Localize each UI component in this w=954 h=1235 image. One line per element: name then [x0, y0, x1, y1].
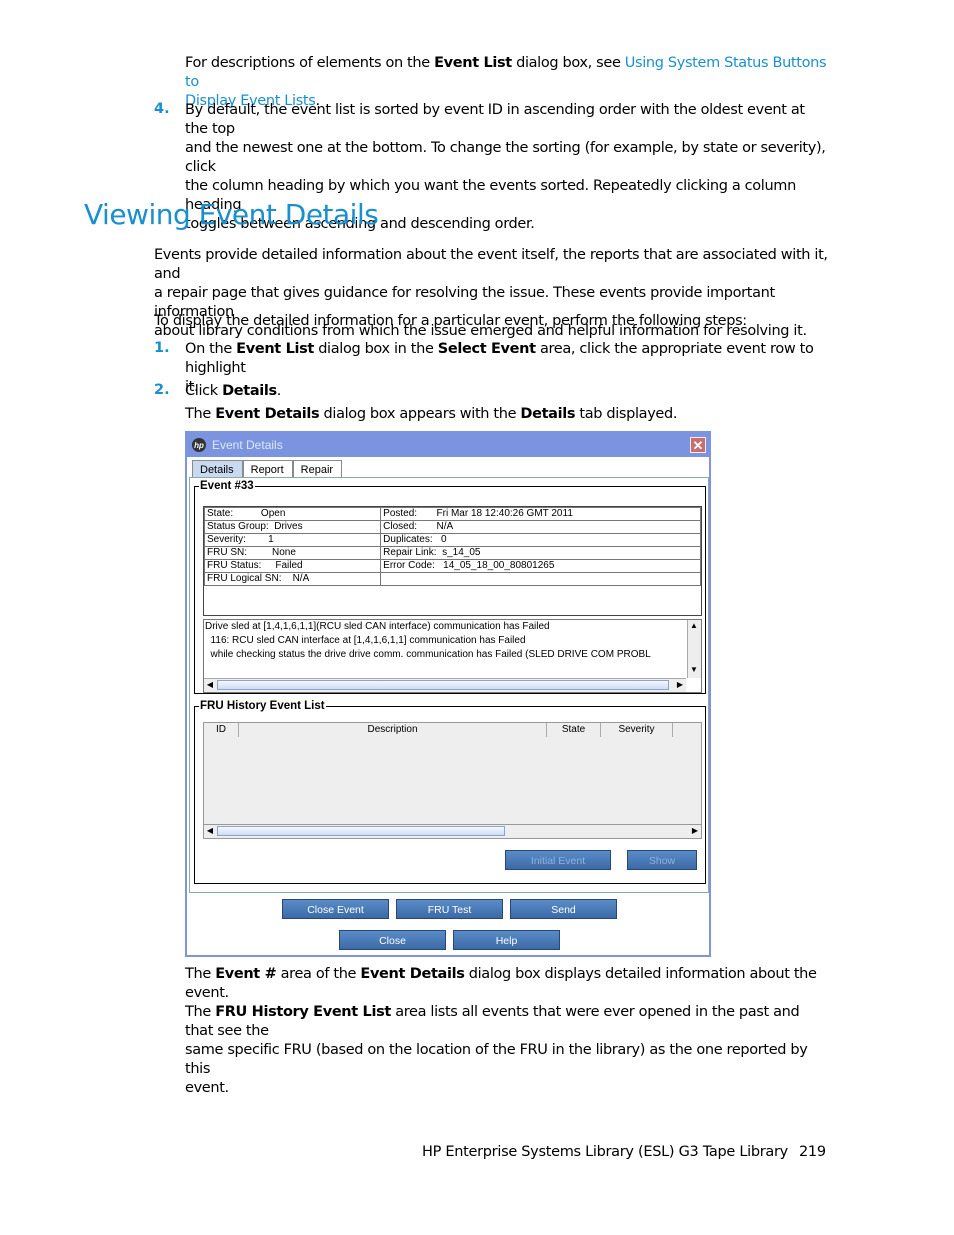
fru-history-group: FRU History Event List ID Description St… [194, 700, 706, 884]
horizontal-scrollbar[interactable]: ◀ ▶ [204, 678, 686, 692]
para-dialog-description: The Event # area of the Event Details di… [185, 966, 817, 1096]
page-number: 219 [799, 1144, 826, 1160]
step-number: 2. [154, 382, 170, 398]
tab-details[interactable]: Details [192, 460, 243, 478]
close-icon[interactable]: ✕ [690, 437, 706, 453]
dialog-title: Event Details [212, 438, 283, 452]
tab-report[interactable]: Report [242, 460, 293, 478]
message-line: 116: RCU sled CAN interface at [1,4,1,6,… [205, 635, 526, 646]
vertical-scrollbar[interactable]: ▲ ▼ [687, 620, 701, 678]
column-header-description[interactable]: Description [239, 723, 547, 737]
history-table-header: ID Description State Severity [203, 722, 702, 738]
field-duplicates: Duplicates: 0 [380, 533, 701, 547]
scroll-left-icon[interactable]: ◀ [204, 679, 216, 691]
section-title: Viewing Event Details [84, 198, 379, 231]
event-group: Event #33 State: Open Posted: Fri Mar 18 … [194, 480, 706, 694]
field-closed: Closed: N/A [380, 520, 701, 534]
scroll-right-icon[interactable]: ▶ [674, 679, 686, 691]
column-header-state[interactable]: State [547, 723, 601, 737]
dialog-titlebar: hp Event Details ✕ [187, 433, 709, 457]
history-table-body [203, 737, 702, 824]
message-line: Drive sled at [1,4,1,6,1,1](RCU sled CAN… [205, 621, 550, 632]
field-error-code: Error Code: 14_05_18_00_80801265 [380, 559, 701, 573]
field-severity: Severity: 1 [203, 533, 382, 547]
step-number: 1. [154, 340, 170, 356]
field-fru-logical-sn: FRU Logical SN: N/A [203, 572, 382, 586]
tab-bar: Details Report Repair [192, 460, 343, 478]
scroll-right-icon[interactable]: ▶ [689, 825, 701, 837]
field-state: State: Open [203, 507, 382, 521]
column-header-id[interactable]: ID [204, 723, 239, 737]
step-number: 4. [154, 101, 170, 117]
details-panel: Event #33 State: Open Posted: Fri Mar 18 … [189, 477, 709, 893]
step2-text: Click Details. [185, 383, 282, 399]
event-fields-table: State: Open Posted: Fri Mar 18 12:40:26 G… [203, 506, 702, 616]
close-event-button[interactable]: Close Event [282, 899, 389, 919]
history-horizontal-scrollbar[interactable]: ◀ ▶ [203, 824, 702, 839]
event-message-box: Drive sled at [1,4,1,6,1,1](RCU sled CAN… [203, 619, 702, 693]
field-repair-link: Repair Link: s_14_05 [380, 546, 701, 560]
tab-repair[interactable]: Repair [292, 460, 343, 478]
event-legend: Event #33 [200, 480, 254, 492]
close-button[interactable]: Close [339, 930, 446, 950]
fru-test-button[interactable]: FRU Test [396, 899, 503, 919]
scroll-up-icon[interactable]: ▲ [688, 620, 700, 632]
field-status-group: Status Group: Drives [203, 520, 382, 534]
para-steps-intro: To display the detailed information for … [154, 313, 747, 329]
help-button[interactable]: Help [453, 930, 560, 950]
scroll-thumb[interactable] [217, 680, 669, 690]
send-button[interactable]: Send [510, 899, 617, 919]
scroll-down-icon[interactable]: ▼ [688, 664, 700, 676]
event-details-dialog: hp Event Details ✕ Details Report Repair… [185, 431, 711, 957]
footer-title: HP Enterprise Systems Library (ESL) G3 T… [422, 1144, 788, 1160]
event-list-term: Event List [434, 55, 512, 71]
field-empty [380, 572, 701, 586]
fru-history-legend: FRU History Event List [200, 700, 325, 712]
step2-note: The Event Details dialog box appears wit… [185, 406, 678, 422]
message-line: while checking status the drive drive co… [205, 649, 651, 660]
show-button[interactable]: Show [627, 850, 697, 870]
field-fru-status: FRU Status: Failed [203, 559, 382, 573]
column-header-severity[interactable]: Severity [601, 723, 673, 737]
field-posted: Posted: Fri Mar 18 12:40:26 GMT 2011 [380, 507, 701, 521]
scroll-left-icon[interactable]: ◀ [204, 825, 216, 837]
scroll-thumb[interactable] [217, 826, 505, 836]
hp-logo-icon: hp [192, 438, 206, 452]
field-fru-sn: FRU SN: None [203, 546, 382, 560]
initial-event-button[interactable]: Initial Event [505, 850, 611, 870]
